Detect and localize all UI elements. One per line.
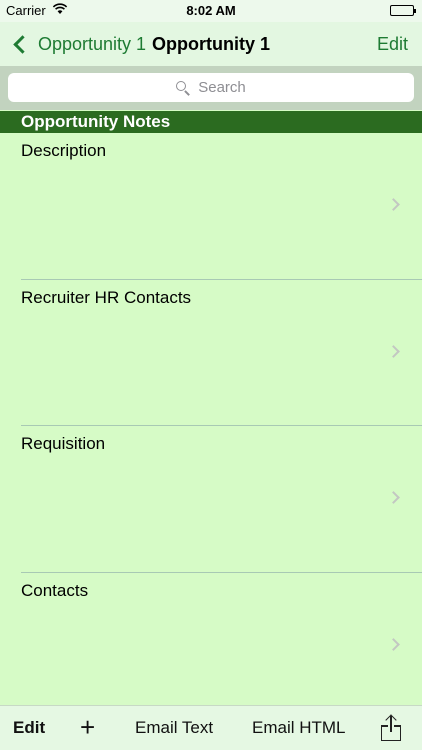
chevron-right-icon [387,491,400,504]
list-item[interactable]: Requisition [0,426,422,573]
back-button[interactable]: Opportunity 1 [10,30,146,58]
list-item-label: Requisition [21,434,106,453]
battery-icon [390,5,416,16]
bottom-toolbar: Edit + Email Text Email HTML [0,705,422,750]
toolbar-edit-button[interactable]: Edit [13,718,45,738]
search-input[interactable]: Search [8,73,414,102]
list-item-label: Description [21,141,107,160]
search-bar: Search [0,66,422,110]
email-html-button[interactable]: Email HTML [252,718,346,738]
navigation-bar: Opportunity 1 Opportunity 1 Edit [0,22,422,66]
section-header: Opportunity Notes [0,111,422,133]
search-placeholder: Search [198,79,246,96]
edit-button[interactable]: Edit [377,34,408,55]
chevron-right-icon [387,198,400,211]
status-bar: Carrier 8:02 AM [0,0,422,22]
back-button-label: Opportunity 1 [38,33,147,54]
chevron-left-icon [13,34,32,54]
list-item-label: Contacts [21,580,89,600]
search-icon [176,80,191,96]
clock: 8:02 AM [186,3,236,18]
list-item-label: Recruiter HR Contacts [21,287,192,307]
email-text-button[interactable]: Email Text [135,718,213,738]
chevron-right-icon [387,637,400,651]
chevron-right-icon [387,344,400,358]
list-item[interactable]: Description [0,133,422,280]
list-item[interactable]: Contacts [0,573,422,720]
plus-icon[interactable]: + [80,713,95,741]
share-icon[interactable] [381,714,401,741]
notes-list: Description Recruiter HR Contacts Requis… [0,133,422,719]
list-item[interactable]: Recruiter HR Contacts [0,280,422,426]
page-title: Opportunity 1 [152,34,270,54]
